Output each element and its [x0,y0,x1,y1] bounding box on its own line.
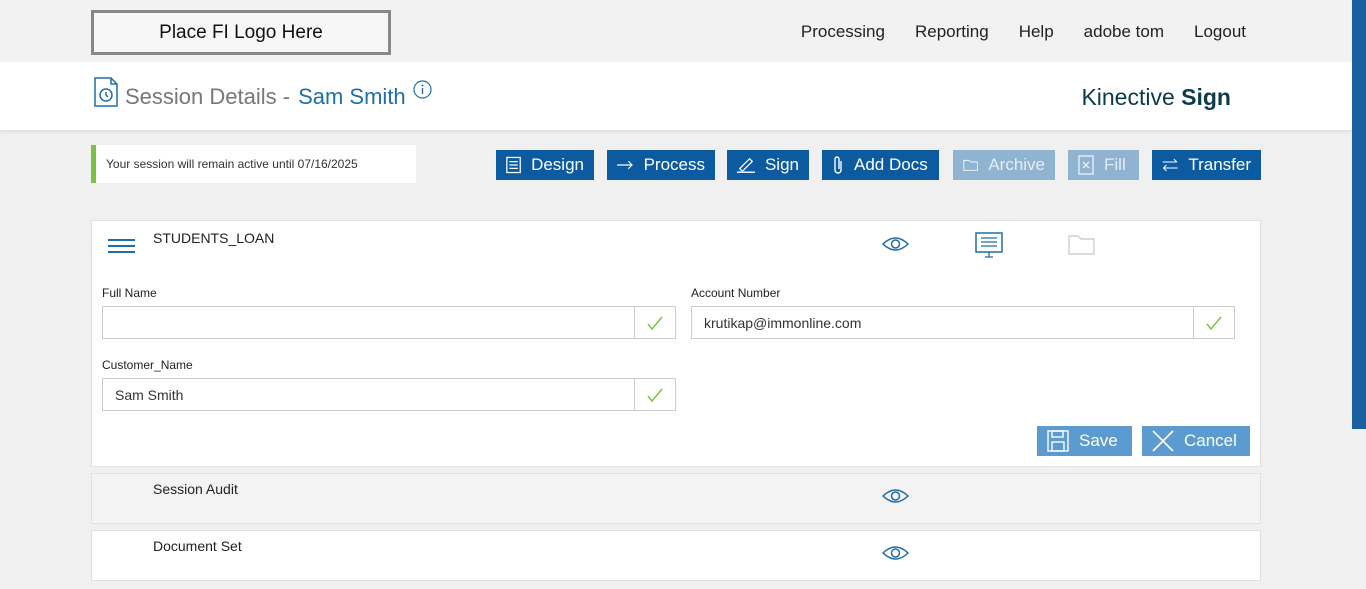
add-docs-button[interactable]: Add Docs [822,150,939,180]
brand-bold: Sign [1181,84,1231,110]
process-label: Process [643,155,705,174]
presentation-icon[interactable] [975,232,1003,258]
title-prefix: Session Details - [125,84,291,109]
transfer-arrows-icon [1162,158,1178,172]
paperclip-icon [834,156,842,174]
panel-title: Session Audit [153,481,238,497]
folder-icon [963,159,979,171]
nav-user[interactable]: adobe tom [1084,22,1164,42]
save-label: Save [1079,431,1118,450]
top-bar: Place FI Logo Here Processing Reporting … [0,0,1352,62]
checkmark-icon [634,307,675,338]
floppy-disk-icon [1047,430,1069,452]
full-name-field[interactable] [102,306,676,339]
pen-signature-icon [737,157,755,173]
archive-label: Archive [988,155,1045,174]
panel-title: Document Set [153,538,242,554]
arrow-right-icon [617,160,633,170]
sign-button[interactable]: Sign [727,150,809,180]
hamburger-menu-icon[interactable] [108,239,135,253]
nav-processing[interactable]: Processing [801,22,885,42]
design-label: Design [531,155,584,174]
brand-light: Kinective [1081,84,1175,110]
full-name-value[interactable] [103,307,634,338]
eye-icon[interactable] [882,236,909,252]
session-audit-panel[interactable]: Session Audit [91,473,1261,524]
scrollbar-thumb[interactable] [1352,0,1366,429]
process-button[interactable]: Process [607,150,715,180]
title-customer-name: Sam Smith [298,84,406,109]
fill-button[interactable]: Fill [1068,150,1139,180]
transfer-button[interactable]: Transfer [1152,150,1261,180]
nav-reporting[interactable]: Reporting [915,22,989,42]
account-number-label: Account Number [691,286,781,300]
design-icon [506,156,521,174]
checkmark-icon [1193,307,1234,338]
page-header: Session Details - Sam Smith Kinective Sig… [0,62,1352,130]
checkmark-icon [634,379,675,410]
sign-label: Sign [764,155,799,174]
transfer-label: Transfer [1188,155,1251,174]
nav-help[interactable]: Help [1019,22,1054,42]
add-docs-label: Add Docs [854,155,928,174]
account-number-value[interactable]: krutikap@immonline.com [692,307,1193,338]
session-history-icon [94,77,118,107]
document-x-icon [1078,155,1094,175]
students-loan-panel: STUDENTS_LOAN Full Name Account Number k… [91,220,1261,467]
archive-button[interactable]: Archive [953,150,1055,180]
full-name-label: Full Name [102,286,157,300]
eye-icon[interactable] [882,545,909,561]
page-title: Session Details - Sam Smith [125,84,406,110]
info-icon[interactable] [413,80,432,99]
panel-title: STUDENTS_LOAN [153,230,275,246]
brand-logo: Kinective Sign [1081,84,1231,111]
folder-icon[interactable] [1068,234,1095,255]
save-button[interactable]: Save [1037,426,1132,456]
top-nav: Processing Reporting Help adobe tom Logo… [801,22,1246,42]
nav-logout[interactable]: Logout [1194,22,1246,42]
customer-name-field[interactable]: Sam Smith [102,378,676,411]
page-scrollbar[interactable] [1352,0,1366,589]
session-notice: Your session will remain active until 07… [91,145,416,183]
logo-placeholder: Place FI Logo Here [91,10,391,55]
eye-icon[interactable] [882,488,909,504]
close-icon [1152,430,1174,452]
cancel-label: Cancel [1184,431,1237,450]
account-number-field[interactable]: krutikap@immonline.com [691,306,1235,339]
customer-name-value[interactable]: Sam Smith [103,379,634,410]
fill-label: Fill [1104,155,1126,174]
cancel-button[interactable]: Cancel [1142,426,1250,456]
customer-name-label: Customer_Name [102,358,193,372]
design-button[interactable]: Design [496,150,594,180]
document-set-panel[interactable]: Document Set [91,530,1261,581]
